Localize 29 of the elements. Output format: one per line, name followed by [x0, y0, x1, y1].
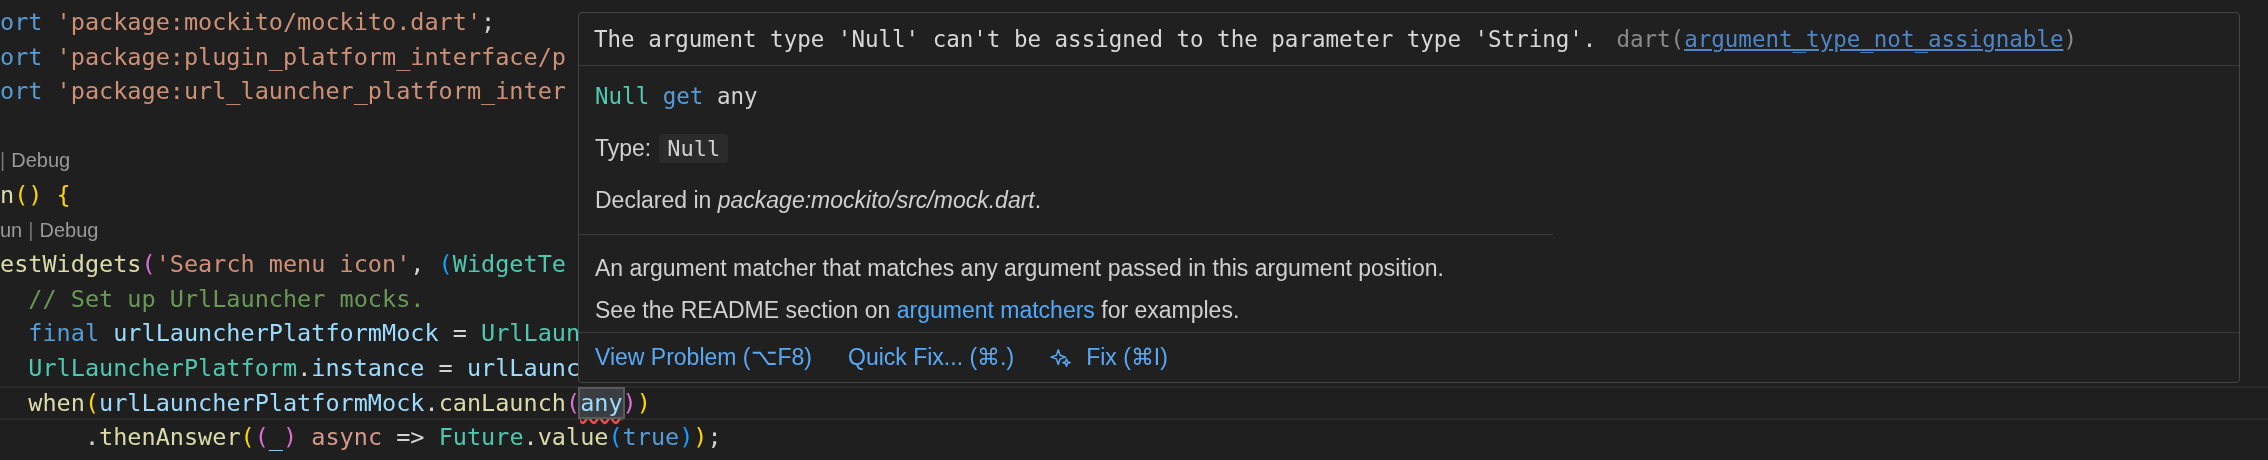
- rule-link[interactable]: argument_type_not_assignable: [1684, 26, 2064, 52]
- code-line: ort 'package:plugin_platform_interface/p: [0, 42, 566, 71]
- matchers-link[interactable]: argument matchers: [896, 297, 1095, 323]
- sparkle-icon: [1050, 346, 1073, 369]
- type-label: Type:: [595, 134, 652, 162]
- type-value: Null: [659, 133, 729, 163]
- code-line: // Set up UrlLauncher mocks.: [27, 284, 425, 313]
- signature: Null get any: [595, 82, 759, 111]
- declared-text: Declared in package:mockito/src/mock.dart.: [595, 186, 1043, 215]
- codelens-link[interactable]: un: [0, 212, 23, 248]
- readme-text: See the README section on argument matchers for examples.: [595, 296, 1241, 325]
- code-line: .thenAnswer((_) async => Future.value(true));: [83, 423, 722, 452]
- codelens-link[interactable]: Debug: [11, 143, 71, 178]
- code-line: ort 'package:mockito/mockito.dart';: [0, 8, 496, 36]
- code-line: n() {: [0, 180, 71, 209]
- action-link[interactable]: Fix (⌘I): [1050, 344, 1168, 371]
- codelens-separator: |: [0, 148, 6, 174]
- code-line: ort 'package:url_launcher_platform_inter: [0, 77, 566, 106]
- action-link[interactable]: View Problem (⌥F8): [595, 344, 813, 371]
- error-source: dart(argument_type_not_assignable): [1616, 26, 2077, 52]
- code-line: when(urlLauncherPlatformMock.canLaunch(any)): [27, 388, 651, 417]
- error-message: The argument type 'Null' can't be assigned to the parameter type 'String'.: [594, 26, 1597, 52]
- description-text: An argument matcher that matches any argument passed in this argument position.: [595, 254, 1445, 283]
- code-line: UrlLauncherPlatform.instance = urlLaunc: [27, 353, 581, 382]
- codelens-separator: |: [28, 217, 34, 243]
- code-line: estWidgets('Search menu icon', (WidgetTe: [0, 250, 566, 279]
- codelens-link[interactable]: Debug: [39, 212, 99, 248]
- action-link[interactable]: Quick Fix... (⌘.): [848, 344, 1015, 371]
- code-line: final urlLauncherPlatformMock = UrlLaun: [27, 319, 581, 348]
